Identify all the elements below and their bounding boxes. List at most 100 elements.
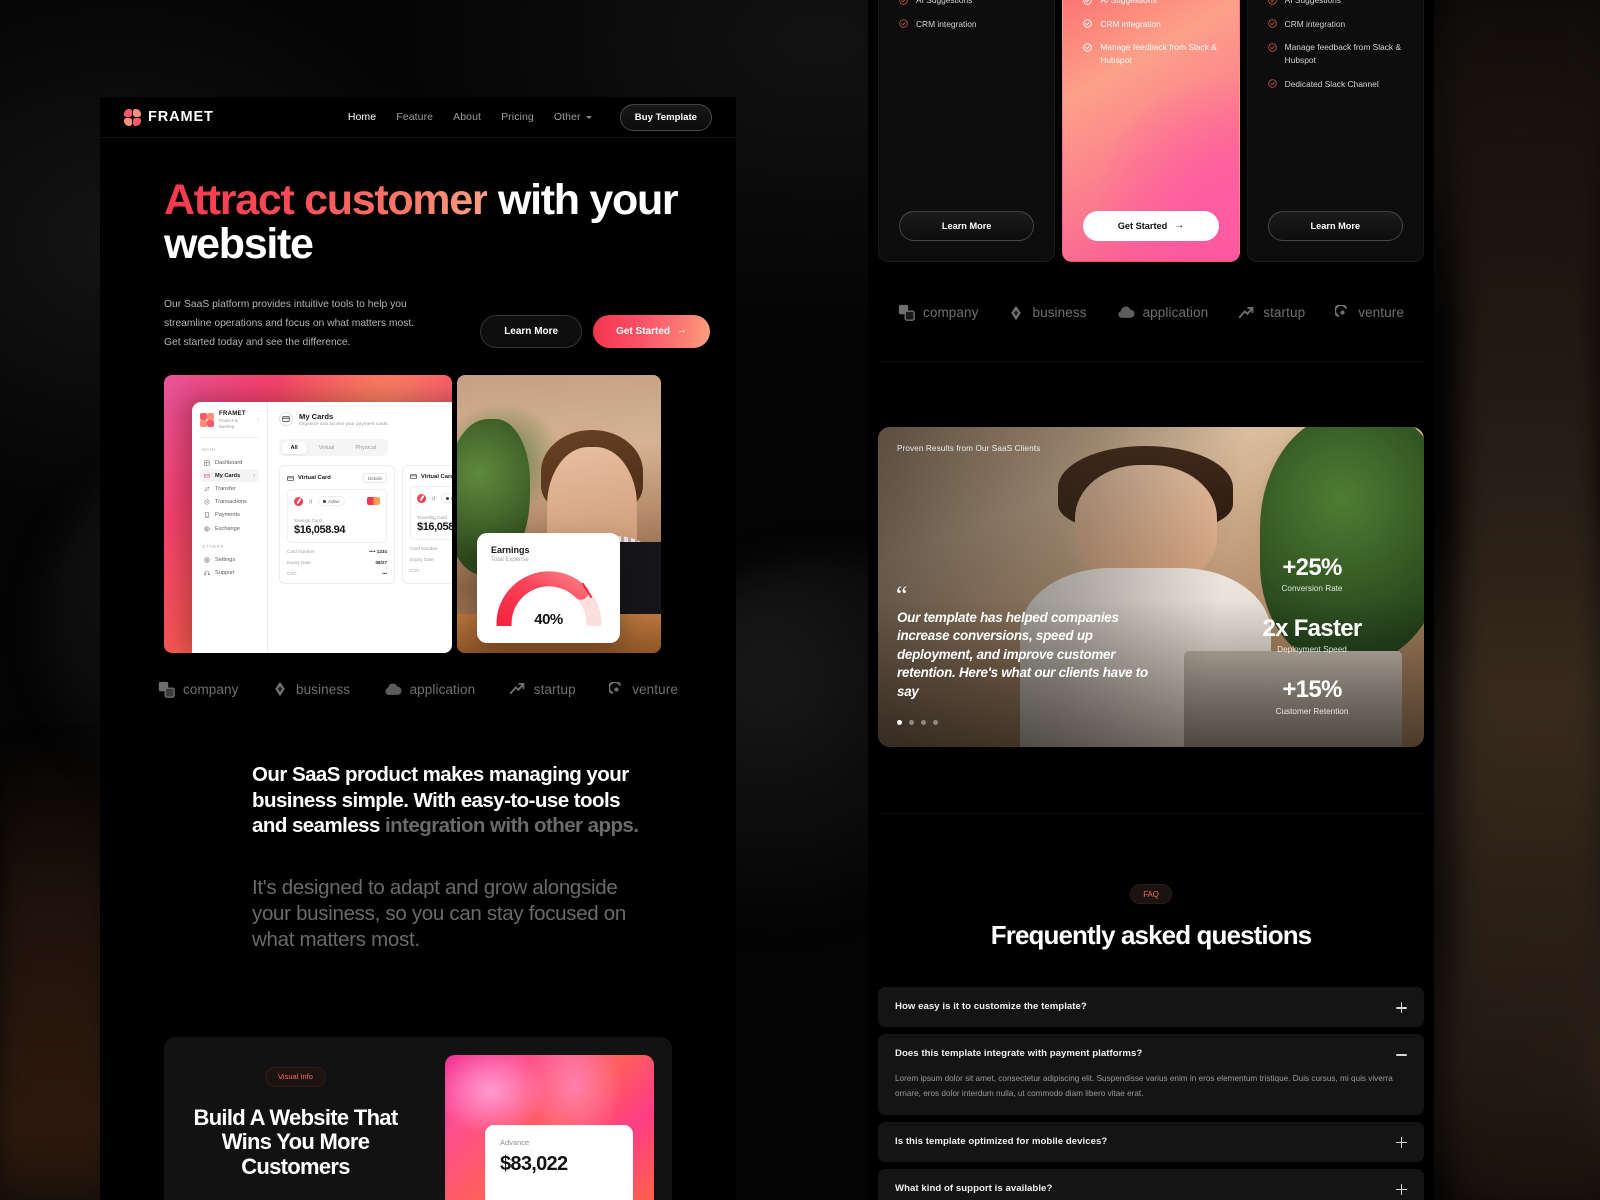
- check-circle-icon: [1083, 43, 1093, 52]
- trend-up-icon: [509, 683, 525, 695]
- faq-question: How easy is it to customize the template…: [895, 1001, 1087, 1013]
- backdrop-right-photo: [1460, 0, 1600, 1200]
- stat-conversion-rate: +25% Conversion Rate: [1222, 555, 1402, 593]
- nav-link-pricing[interactable]: Pricing: [501, 111, 534, 123]
- statement-section: Our SaaS product makes managing your bus…: [100, 698, 736, 953]
- earnings-card: Earnings Total Expense 40%: [477, 532, 620, 643]
- sidebar-collapse-icon[interactable]: ‹: [257, 417, 259, 423]
- brand-logo[interactable]: FRAMET: [124, 108, 214, 126]
- faq-item[interactable]: How easy is it to customize the template…: [878, 987, 1424, 1028]
- swirl-icon: [609, 681, 622, 694]
- pricing-section: Free Free for forever What's included Un…: [868, 0, 1434, 262]
- plus-icon[interactable]: [1396, 1184, 1407, 1196]
- pricing-cta-button[interactable]: Get Started →: [1083, 211, 1219, 241]
- virtual-card-item: Virtual Card Expired Traveling C: [402, 465, 452, 585]
- app-sidebar-section-others: OTHERS: [202, 544, 225, 550]
- card-status-badge: Expired: [441, 493, 452, 503]
- faq-question: What kind of support is available?: [895, 1183, 1053, 1195]
- card-amount: $16,058.94: [294, 524, 346, 537]
- carousel-dots[interactable]: [897, 720, 938, 725]
- cloud-icon: [1118, 306, 1135, 318]
- virtual-card-details-button[interactable]: Details: [362, 473, 387, 484]
- check-circle-icon: [1083, 0, 1093, 5]
- hero-description: Our SaaS platform provides intuitive too…: [164, 298, 415, 348]
- mastercard-icon: [367, 497, 380, 506]
- faq-question: Is this template optimized for mobile de…: [895, 1136, 1108, 1148]
- app-menu-transactions[interactable]: Transactions: [200, 496, 259, 509]
- app-menu-transfer[interactable]: Transfer: [200, 482, 259, 495]
- check-circle-icon: [1267, 79, 1277, 88]
- arrow-right-icon: →: [677, 325, 687, 337]
- pricing-cta-button[interactable]: Learn More: [1267, 211, 1403, 241]
- advance-card: Advance $83,022: [485, 1124, 633, 1200]
- nav-link-other[interactable]: Other: [554, 111, 592, 123]
- app-menu-exchange[interactable]: Exchange: [200, 522, 259, 535]
- app-card-tabs: All Virtual Physical: [279, 439, 388, 457]
- app-menu-settings[interactable]: Settings: [200, 553, 259, 566]
- logo-business: business: [272, 681, 350, 697]
- contactless-icon: [432, 495, 435, 501]
- quote-icon: “: [896, 581, 908, 610]
- buy-template-button[interactable]: Buy Template: [619, 103, 712, 131]
- app-tab-physical[interactable]: Physical: [346, 442, 385, 454]
- card-detail-row: Card Number: [410, 545, 438, 551]
- logo-application: application: [1117, 305, 1209, 320]
- faq-title: Frequently asked questions: [990, 920, 1312, 950]
- advance-value: $83,022: [500, 1152, 568, 1175]
- carousel-dot[interactable]: [933, 720, 938, 725]
- app-menu-my-cards[interactable]: My Cards ›: [200, 469, 259, 483]
- pricing-feature: AI Suggestions: [899, 0, 1034, 7]
- carousel-dot[interactable]: [909, 720, 914, 725]
- workspace-photo: Earnings Total Expense 40%: [457, 374, 661, 653]
- nav-link-home[interactable]: Home: [348, 111, 376, 123]
- faq-section: FAQ Frequently asked questions How easy …: [868, 814, 1434, 1200]
- nav-link-feature[interactable]: Feature: [396, 111, 433, 123]
- pricing-cta-button[interactable]: Learn More: [899, 211, 1035, 241]
- app-tab-virtual[interactable]: Virtual: [310, 442, 344, 454]
- hero-title-highlight: Attract customer: [164, 176, 489, 224]
- testimonial-stats: +25% Conversion Rate 2x Faster Deploymen…: [1222, 555, 1402, 716]
- stat-value: +25%: [1282, 554, 1342, 581]
- nav-links: Home Feature About Pricing Other: [348, 111, 592, 123]
- pricing-feature: Manage feedback from Slack & Hubspot: [1083, 41, 1218, 66]
- trend-up-icon: [1238, 306, 1254, 318]
- app-tab-all[interactable]: All: [281, 441, 307, 454]
- nav-link-about[interactable]: About: [453, 111, 481, 123]
- plus-icon[interactable]: [1396, 1002, 1407, 1014]
- stat-label: Deployment Speed: [1277, 645, 1347, 655]
- advance-label: Advance: [500, 1137, 530, 1147]
- pricing-feature: CRM integration: [899, 18, 1034, 31]
- app-menu-support[interactable]: Support: [200, 566, 259, 579]
- navbar: FRAMET Home Feature About Pricing Other …: [100, 97, 736, 138]
- faq-item[interactable]: Does this template integrate with paymen…: [878, 1034, 1424, 1116]
- app-menu-dashboard[interactable]: Dashboard: [200, 456, 259, 469]
- testimonial-section: Proven Results from Our SaaS Clients “ O…: [868, 362, 1434, 747]
- visual-info-card: Visual Info Build A Website That Wins Yo…: [164, 1036, 672, 1200]
- logo-startup: startup: [509, 682, 576, 697]
- app-page-title: My Cards: [299, 411, 334, 421]
- virtual-card-title: Virtual Card: [421, 473, 452, 480]
- earnings-gauge: 40%: [495, 570, 603, 632]
- app-logo-icon: [200, 412, 214, 427]
- app-dashboard-screenshot: FRAMET Finance & Banking ‹ MAIN Dashboar…: [164, 374, 452, 653]
- carousel-dot[interactable]: [897, 720, 902, 725]
- hero-media: FRAMET Finance & Banking ‹ MAIN Dashboar…: [164, 374, 736, 653]
- minus-icon[interactable]: [1396, 1049, 1407, 1060]
- testimonial-quote: Our template has helped companies increa…: [897, 609, 1148, 699]
- hero-get-started-button[interactable]: Get Started →: [593, 314, 710, 348]
- faq-list: How easy is it to customize the template…: [878, 987, 1424, 1200]
- virtual-card-item: Virtual Card Details Active Savings Card…: [279, 465, 395, 585]
- app-card-list: Virtual Card Details Active Savings Card…: [279, 465, 452, 585]
- hero-learn-more-button[interactable]: Learn More: [480, 314, 583, 348]
- check-circle-icon: [1267, 0, 1277, 5]
- card-icon: [410, 474, 417, 480]
- faq-item[interactable]: What kind of support is available?: [878, 1169, 1424, 1200]
- logo-business: business: [1008, 305, 1086, 321]
- backdrop-left-photo: [0, 740, 110, 1200]
- carousel-dot[interactable]: [921, 720, 926, 725]
- app-menu-payments[interactable]: Payments: [200, 509, 259, 522]
- faq-item[interactable]: Is this template optimized for mobile de…: [878, 1122, 1424, 1163]
- plus-icon[interactable]: [1396, 1137, 1407, 1149]
- squares-icon: [898, 304, 915, 321]
- card-icon: [287, 475, 294, 481]
